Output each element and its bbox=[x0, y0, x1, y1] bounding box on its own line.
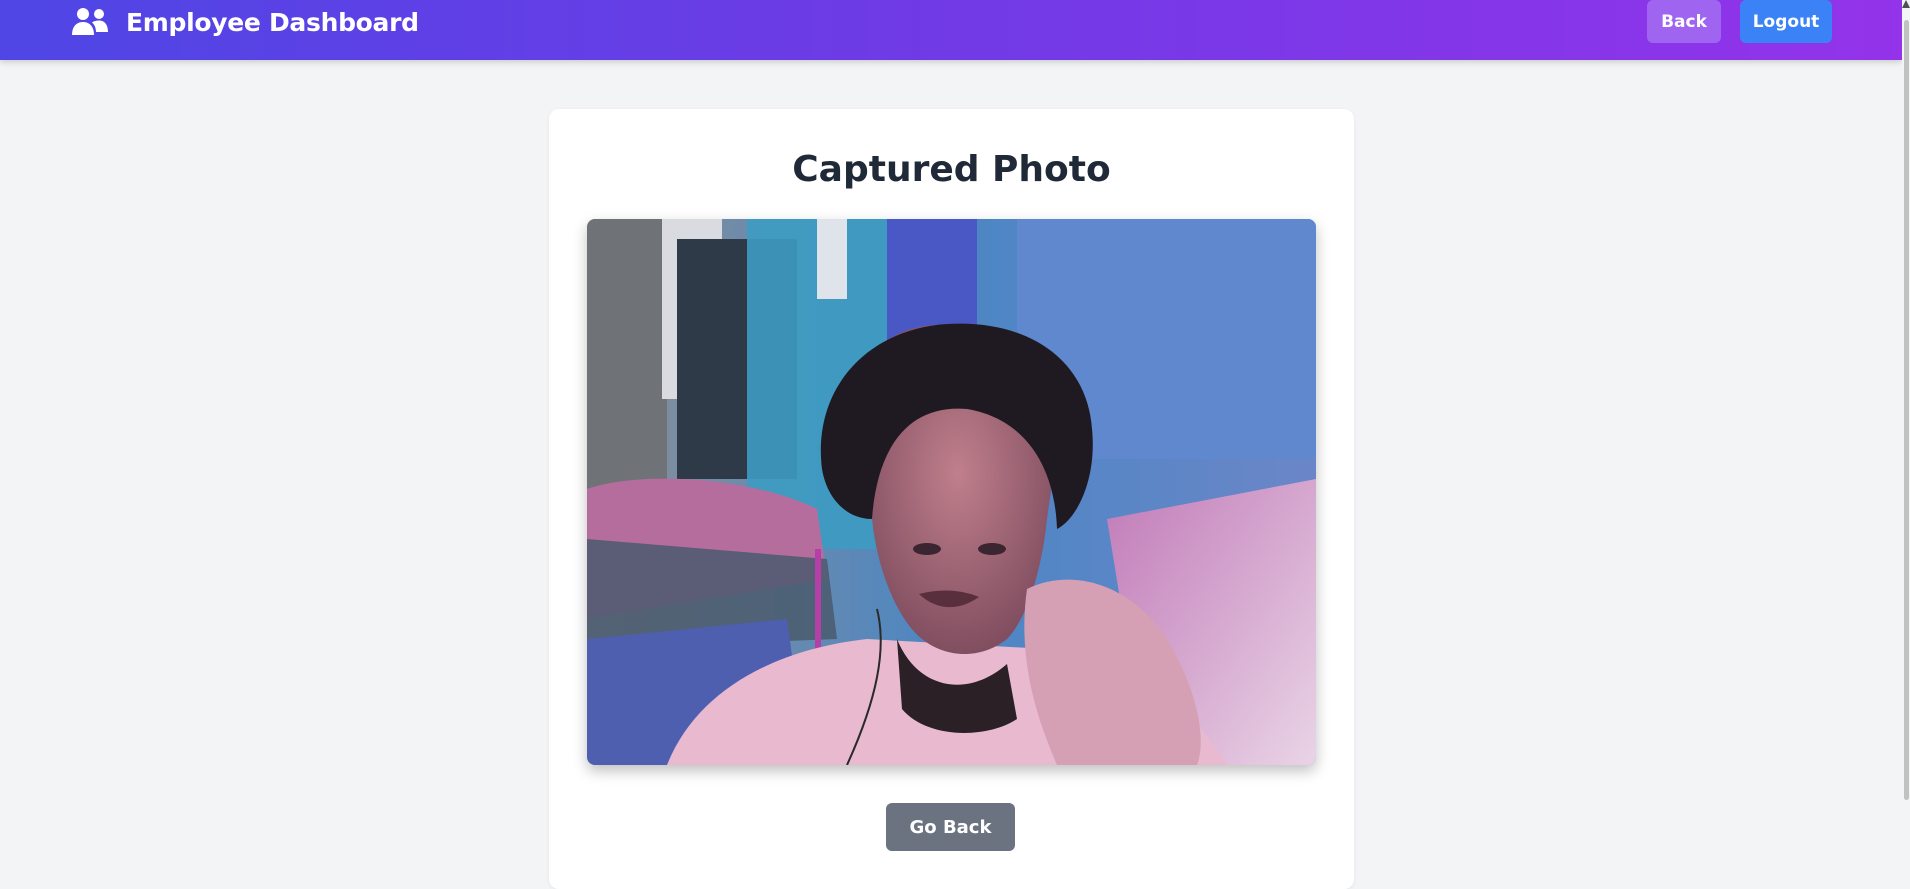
users-icon bbox=[72, 8, 108, 35]
top-navbar: Employee Dashboard Back Logout bbox=[0, 0, 1902, 60]
back-button[interactable]: Back bbox=[1647, 0, 1721, 43]
scroll-up-arrow-icon[interactable] bbox=[1902, 0, 1910, 8]
page-title: Captured Photo bbox=[792, 149, 1111, 190]
scroll-thumb[interactable] bbox=[1904, 20, 1909, 800]
photo-card: Captured Photo Go Back bbox=[549, 109, 1354, 889]
vertical-scrollbar[interactable] bbox=[1902, 0, 1910, 861]
go-back-button[interactable]: Go Back bbox=[886, 803, 1015, 851]
captured-photo bbox=[587, 219, 1316, 765]
brand: Employee Dashboard bbox=[72, 5, 419, 39]
logout-button[interactable]: Logout bbox=[1740, 0, 1832, 43]
app-title: Employee Dashboard bbox=[126, 7, 419, 37]
